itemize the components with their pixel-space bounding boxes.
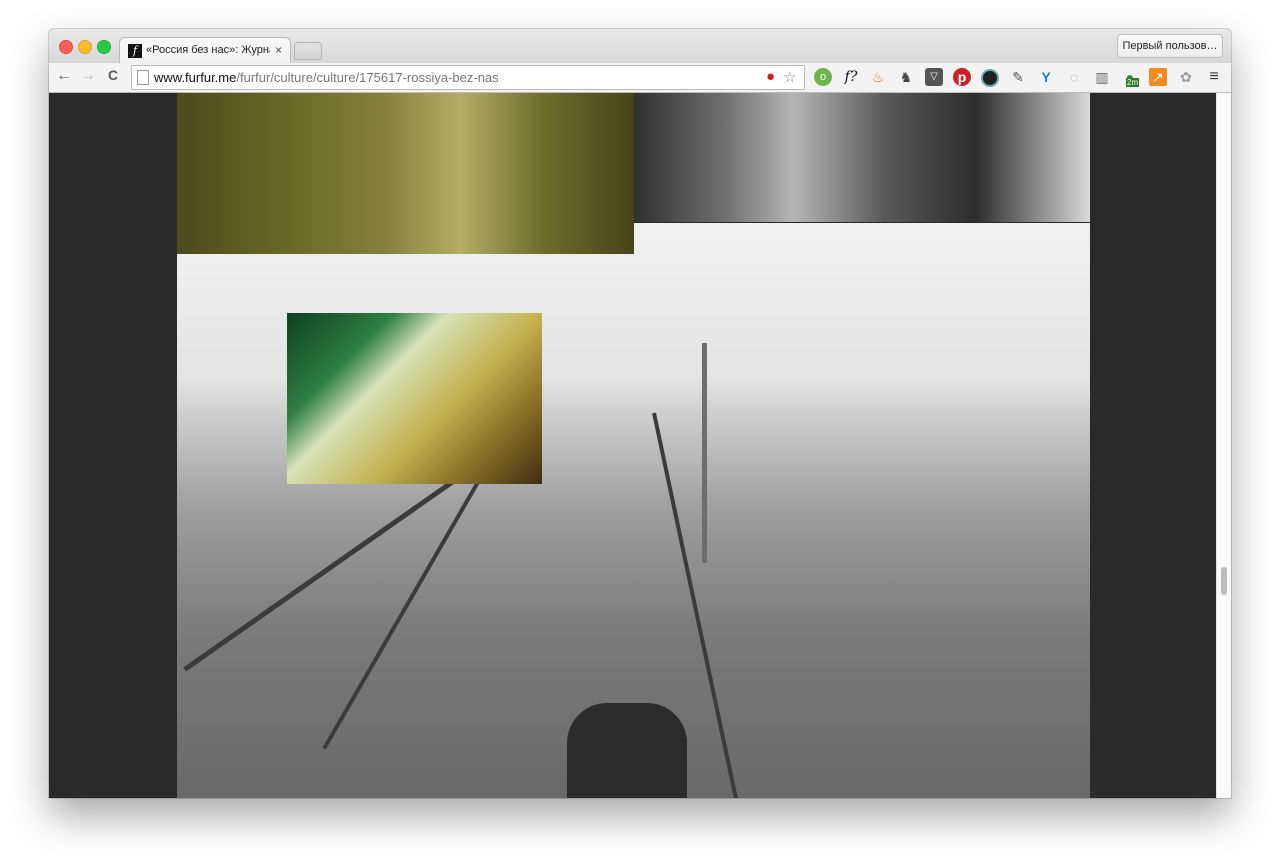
- page-content: [49, 93, 1217, 798]
- page-icon: [137, 70, 149, 85]
- toolbar: ← → C www.furfur.me/furfur/culture/cultu…: [49, 63, 1231, 93]
- reader-icon[interactable]: ▥: [1093, 68, 1111, 86]
- browser-window: f «Россия без нас»: Журнал × Первый поль…: [49, 29, 1231, 798]
- eyedropper-icon[interactable]: ✎: [1009, 68, 1027, 86]
- fire-icon[interactable]: ♨: [869, 68, 887, 86]
- menu-icon[interactable]: ≡: [1205, 68, 1223, 86]
- loader-icon[interactable]: ◌: [1065, 68, 1083, 86]
- pocket-icon[interactable]: ▽: [925, 68, 943, 86]
- furfur-icon[interactable]: f?: [842, 68, 860, 86]
- new-tab-button[interactable]: [294, 42, 322, 60]
- station-dog-photo: [287, 313, 542, 484]
- bookmark-star-icon[interactable]: ☆: [783, 68, 796, 86]
- rail-line: [322, 462, 491, 750]
- address-bar[interactable]: www.furfur.me/furfur/culture/culture/175…: [131, 65, 805, 90]
- paw-icon[interactable]: ✿: [1177, 68, 1195, 86]
- train-interior-photo: [177, 93, 634, 254]
- url-text: www.furfur.me/furfur/culture/culture/175…: [154, 70, 499, 85]
- tab-title: «Россия без нас»: Журнал: [146, 44, 270, 56]
- tab-active[interactable]: f «Россия без нас»: Журнал ×: [119, 37, 291, 65]
- vertical-scrollbar[interactable]: [1216, 93, 1231, 798]
- ghostery-icon[interactable]: o: [814, 68, 832, 86]
- tab-close-icon[interactable]: ×: [275, 43, 282, 57]
- scrollbar-thumb[interactable]: [1221, 567, 1227, 595]
- railway-photo: [177, 223, 1090, 798]
- lastpass-icon[interactable]: ●: [766, 68, 775, 85]
- url-path: /furfur/culture/culture/175617-rossiya-b…: [236, 70, 499, 85]
- legs-shape: [567, 703, 687, 798]
- vimeo-icon[interactable]: Y: [1037, 68, 1055, 86]
- minimize-window-button[interactable]: [78, 40, 92, 54]
- badge-2m: 2m: [1126, 78, 1140, 87]
- profile-button[interactable]: Первый пользов…: [1117, 34, 1223, 58]
- weather-icon[interactable]: ● 2m: [1121, 68, 1140, 87]
- tab-strip: f «Россия без нас»: Журнал × Первый поль…: [49, 29, 1231, 65]
- furfur-favicon-icon: f: [128, 44, 142, 58]
- close-window-button[interactable]: [59, 40, 73, 54]
- back-button[interactable]: ←: [55, 67, 73, 85]
- reload-button[interactable]: C: [104, 67, 122, 83]
- forward-button[interactable]: →: [79, 67, 97, 85]
- stream-photo: [634, 93, 1090, 222]
- zoom-window-button[interactable]: [97, 40, 111, 54]
- url-domain: www.furfur.me: [154, 70, 237, 85]
- chart-icon[interactable]: ↗: [1149, 68, 1167, 86]
- rail-line: [183, 460, 481, 672]
- catenary-pole: [702, 343, 707, 563]
- camera-icon[interactable]: [981, 69, 999, 87]
- evernote-icon[interactable]: ♞: [897, 68, 915, 86]
- pinterest-icon[interactable]: p: [953, 68, 971, 86]
